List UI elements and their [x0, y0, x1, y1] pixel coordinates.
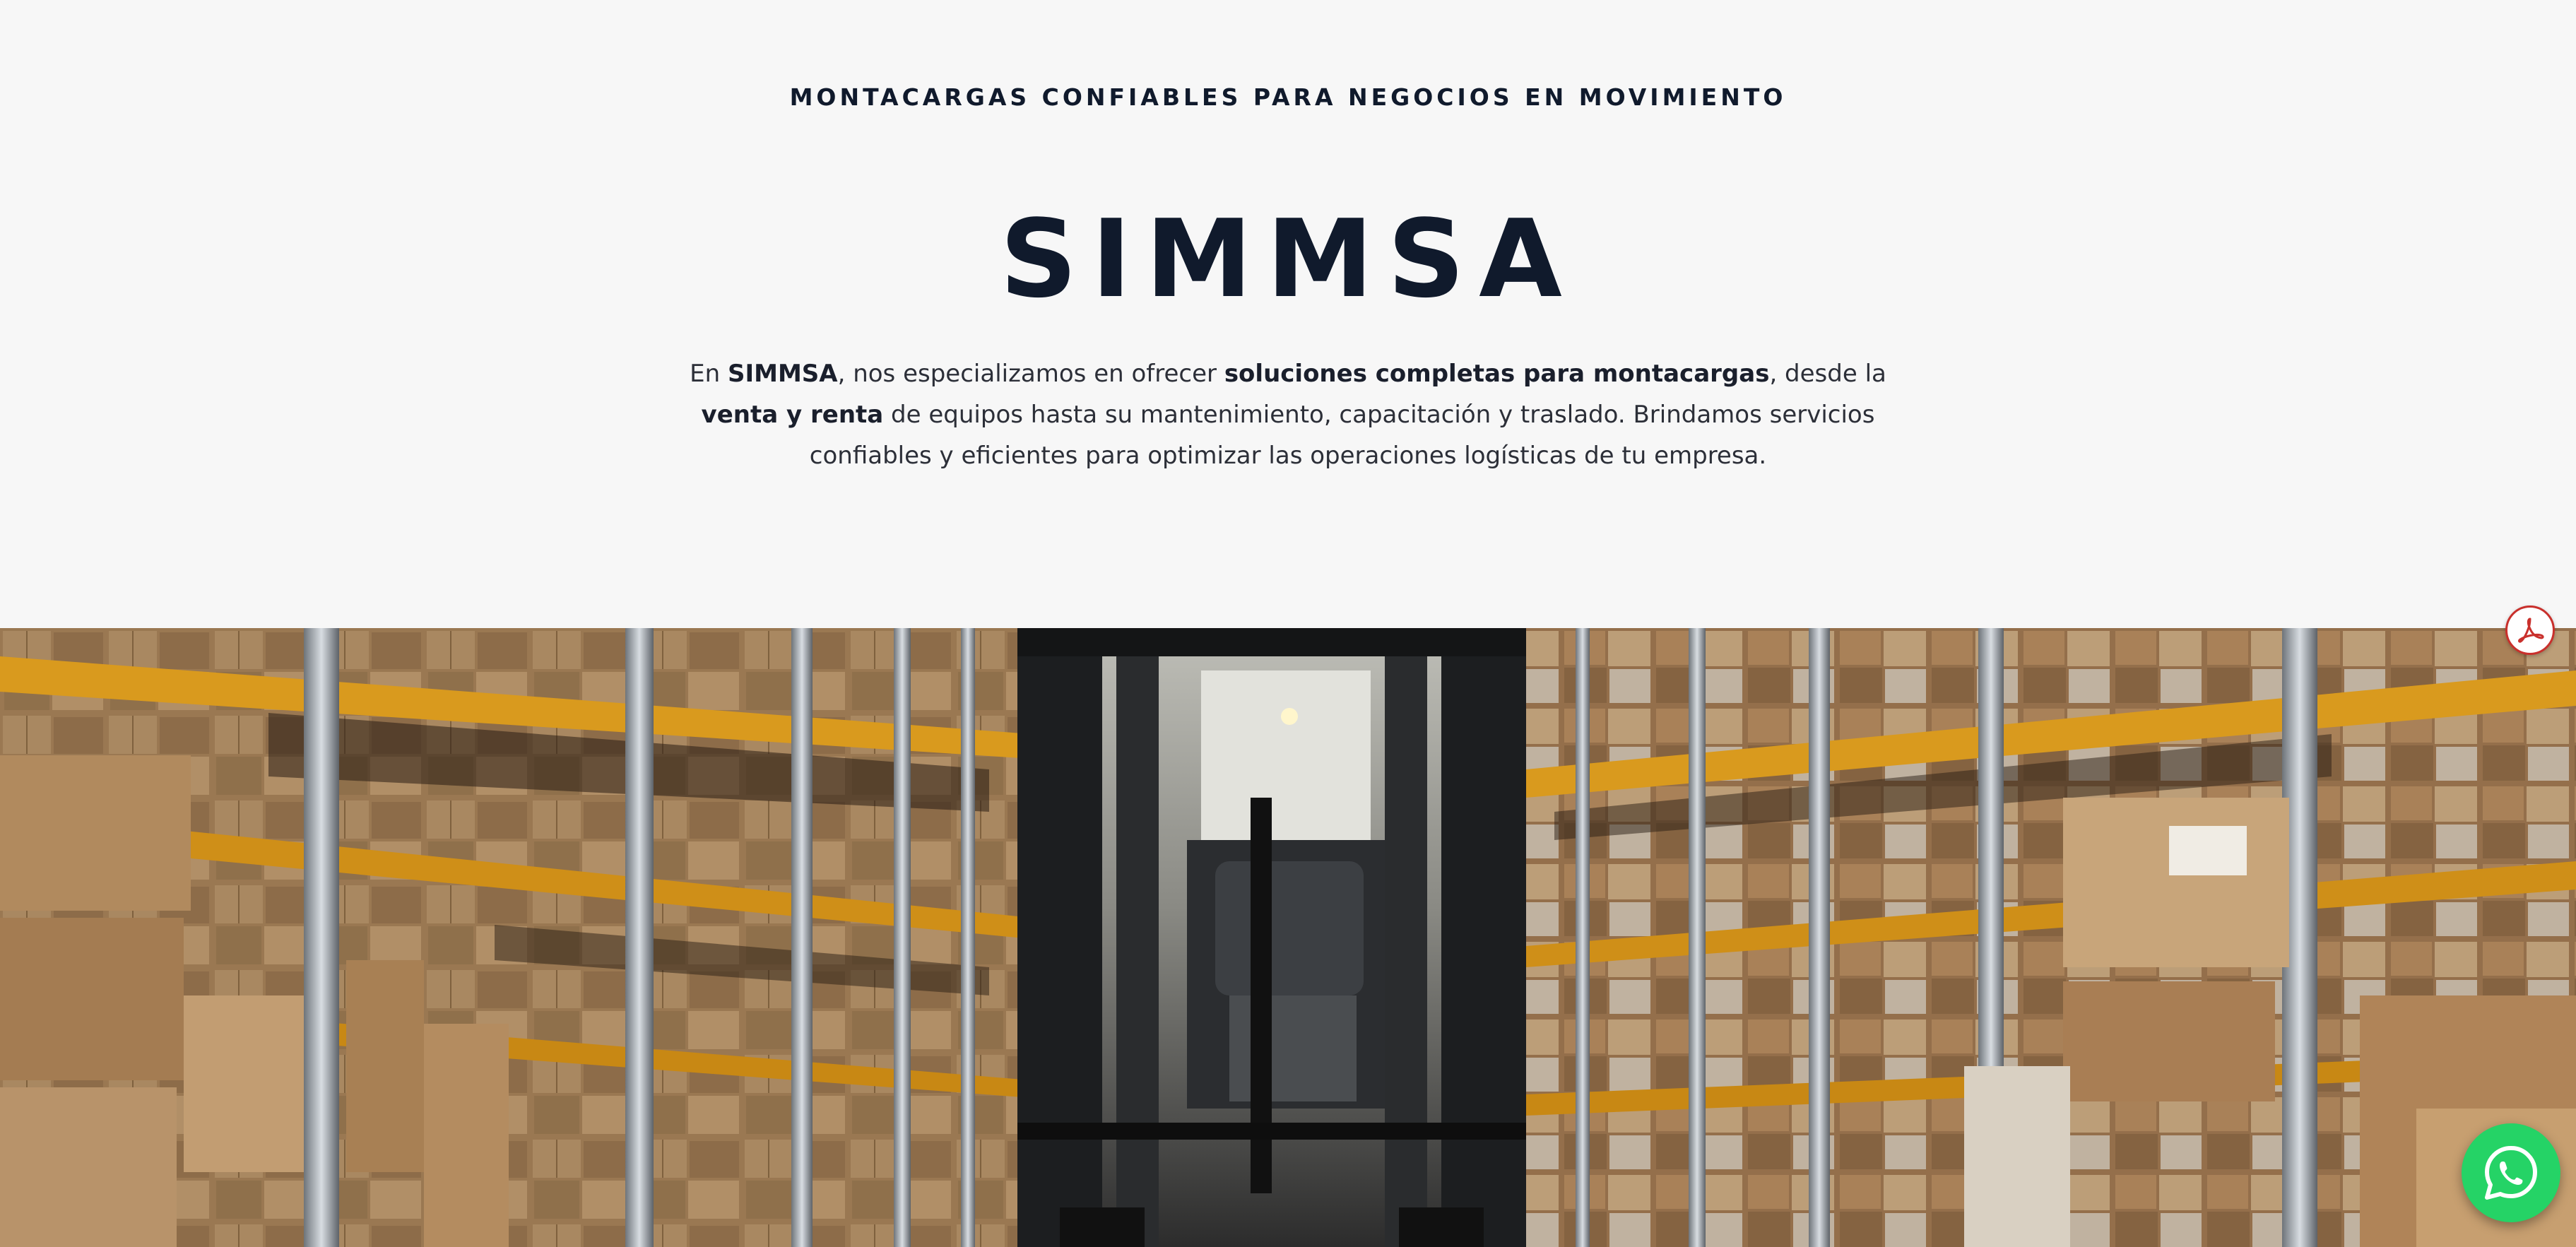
intro-text: , nos especializamos en ofrecer: [837, 360, 1224, 388]
warehouse-illustration: [0, 628, 2576, 1247]
intro-text: de equipos hasta su mantenimiento, capac…: [809, 401, 1875, 470]
whatsapp-chat-button[interactable]: [2462, 1123, 2560, 1222]
pdf-download-button[interactable]: [2505, 605, 2555, 655]
intro-bold-solutions: soluciones completas para montacargas: [1224, 360, 1770, 388]
acrobat-pdf-icon: [2518, 617, 2544, 643]
hero-section: MONTACARGAS CONFIABLES PARA NEGOCIOS EN …: [0, 0, 2576, 628]
warehouse-forklift-photo: [0, 628, 2576, 1247]
intro-text: En: [690, 360, 728, 388]
brand-title: SIMMSA: [1000, 196, 1576, 321]
intro-paragraph: En SIMMSA, nos especializamos en ofrecer…: [650, 353, 1926, 476]
intro-bold-brand: SIMMSA: [727, 360, 838, 388]
hero-eyebrow: MONTACARGAS CONFIABLES PARA NEGOCIOS EN …: [789, 83, 1787, 111]
whatsapp-icon: [2485, 1146, 2537, 1200]
intro-text: , desde la: [1769, 360, 1886, 388]
intro-bold-sale-rent: venta y renta: [701, 401, 884, 429]
